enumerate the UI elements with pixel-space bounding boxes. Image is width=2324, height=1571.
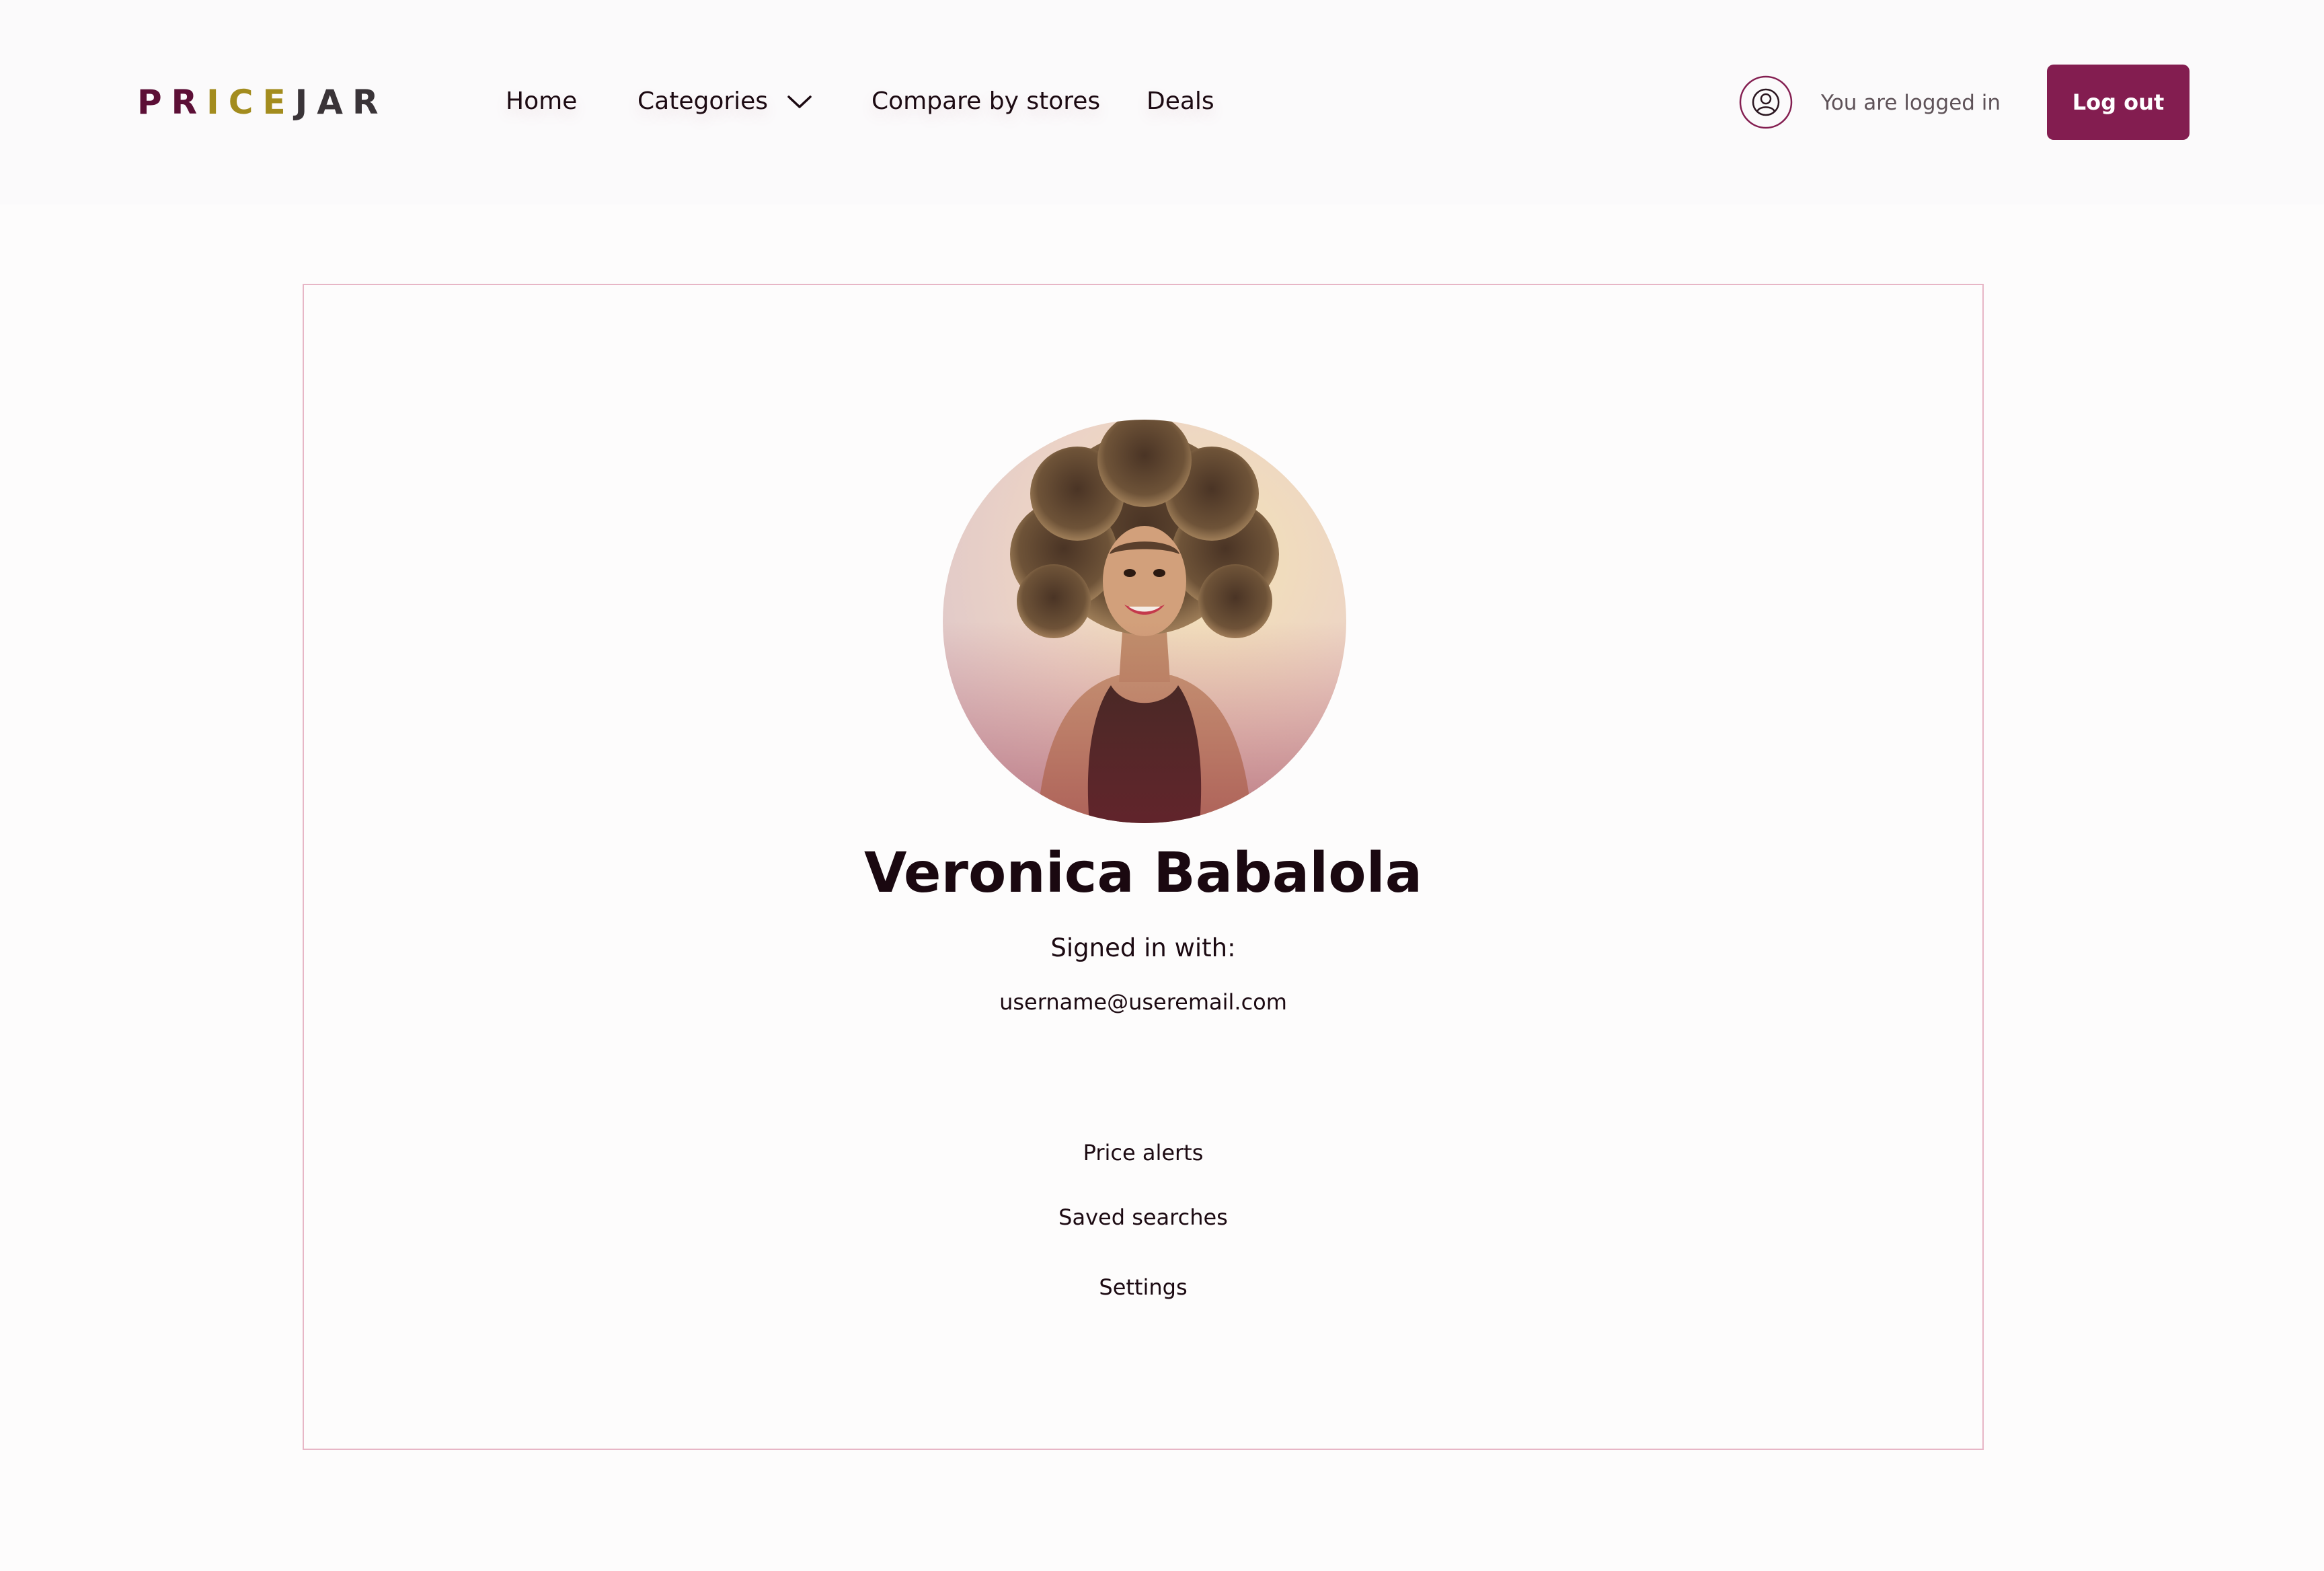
nav-categories-label: Categories xyxy=(637,87,769,115)
logout-button[interactable]: Log out xyxy=(2047,65,2190,140)
chevron-down-icon xyxy=(787,95,812,108)
site-header: PRICEJAR Home Categories Compare by stor… xyxy=(0,0,2324,204)
pricejar-logo[interactable]: PRICEJAR xyxy=(137,79,387,125)
logo-letter: E xyxy=(262,83,295,122)
signed-in-label: Signed in with: xyxy=(1050,933,1236,962)
saved-searches-link[interactable]: Saved searches xyxy=(304,1202,1982,1232)
logo-letter: R xyxy=(171,83,207,122)
logo-letter: J xyxy=(295,83,317,122)
nav-categories[interactable]: Categories xyxy=(637,85,812,118)
logo-letter: C xyxy=(228,83,263,122)
user-circle-icon[interactable] xyxy=(1739,75,1793,129)
logo-letter: P xyxy=(137,83,171,122)
profile-name: Veronica Babalola xyxy=(863,841,1423,905)
nav-deals[interactable]: Deals xyxy=(1147,85,1214,118)
logo-letter: A xyxy=(317,83,352,122)
profile-card: Veronica Babalola Signed in with: userna… xyxy=(303,284,1984,1450)
login-status-text: You are logged in xyxy=(1821,91,2001,115)
profile-email: username@useremail.com xyxy=(999,989,1287,1015)
nav-compare-by-stores[interactable]: Compare by stores xyxy=(872,85,1100,118)
price-alerts-link[interactable]: Price alerts xyxy=(304,1138,1982,1167)
logo-letter: R xyxy=(352,83,388,122)
profile-avatar xyxy=(943,420,1346,823)
logo-letter: I xyxy=(206,83,229,122)
nav-home[interactable]: Home xyxy=(506,85,577,118)
settings-link[interactable]: Settings xyxy=(304,1272,1982,1302)
